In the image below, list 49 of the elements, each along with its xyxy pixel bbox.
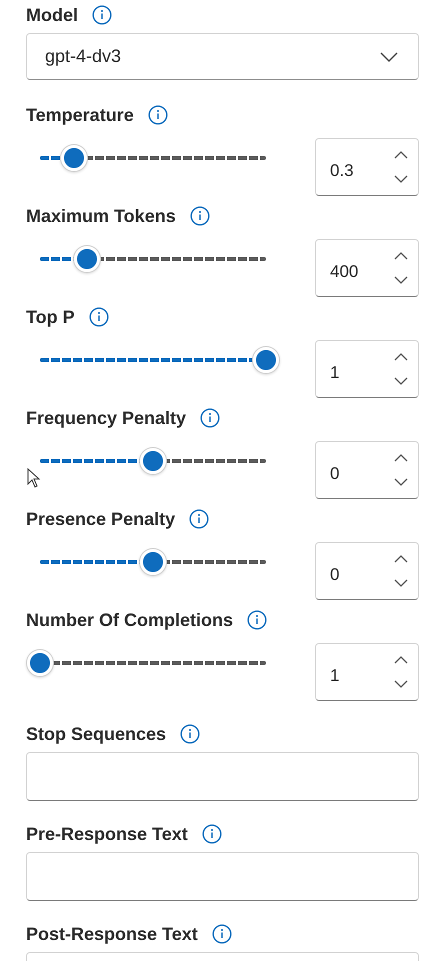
field-label: Presence Penalty <box>26 508 176 530</box>
field-label: Frequency Penalty <box>26 408 186 428</box>
info-icon[interactable] <box>200 408 220 428</box>
slider-thumb[interactable] <box>140 549 166 575</box>
slider-thumb[interactable] <box>27 650 53 676</box>
info-icon[interactable] <box>247 610 268 630</box>
field-label: Model <box>26 4 78 26</box>
chevron-down-icon[interactable] <box>394 377 408 385</box>
number-field[interactable]: 1 <box>315 643 419 701</box>
info-icon[interactable] <box>88 307 109 327</box>
slider-thumb[interactable] <box>60 145 87 171</box>
chevron-up-icon[interactable] <box>394 151 408 159</box>
model-dropdown[interactable]: gpt-4-dv3 <box>26 33 419 80</box>
chevron-down-icon[interactable] <box>394 579 408 587</box>
field-label: Stop Sequences <box>26 724 166 744</box>
info-icon[interactable] <box>92 5 112 25</box>
chevron-up-icon[interactable] <box>394 252 408 260</box>
chevron-down-icon[interactable] <box>394 478 408 486</box>
field-label: Maximum Tokens <box>26 206 176 226</box>
chevron-up-icon[interactable] <box>394 353 408 361</box>
chevron-down-icon[interactable] <box>394 680 408 688</box>
chevron-down-icon[interactable] <box>394 276 408 284</box>
number-field[interactable]: 1 <box>315 340 419 398</box>
field-label: Post-Response Text <box>26 924 198 944</box>
info-icon[interactable] <box>202 824 222 844</box>
number-field[interactable]: 0.3 <box>315 138 419 196</box>
info-icon[interactable] <box>148 105 168 125</box>
number-field[interactable]: 0 <box>315 542 419 600</box>
chevron-up-icon[interactable] <box>394 656 408 664</box>
slider-thumb[interactable] <box>140 448 166 474</box>
text-field[interactable] <box>26 852 419 901</box>
chevron-up-icon[interactable] <box>394 555 408 563</box>
info-icon[interactable] <box>212 924 232 944</box>
info-icon[interactable] <box>180 724 200 744</box>
chevron-up-icon[interactable] <box>394 454 408 462</box>
chevron-down-icon[interactable] <box>394 175 408 183</box>
info-icon[interactable] <box>189 509 210 529</box>
number-field[interactable]: 400 <box>315 239 419 297</box>
text-field[interactable] <box>26 752 419 801</box>
chevron-down-icon <box>380 52 398 62</box>
field-label: Pre-Response Text <box>26 824 188 844</box>
slider-thumb[interactable] <box>74 246 100 272</box>
info-icon[interactable] <box>190 206 210 226</box>
cursor-icon <box>27 468 41 488</box>
field-label: Number Of Completions <box>26 610 234 630</box>
field-label: Top P <box>26 306 75 328</box>
number-field[interactable]: 0 <box>315 441 419 499</box>
field-label: Temperature <box>26 104 134 126</box>
slider-thumb[interactable] <box>253 347 279 373</box>
